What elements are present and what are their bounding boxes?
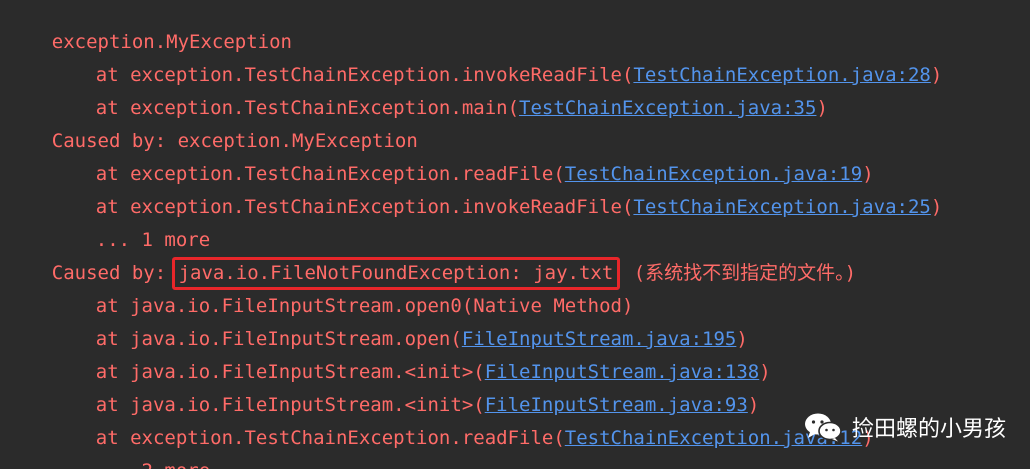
- stack-frame-line: at java.io.FileInputStream.open(FileInpu…: [50, 290, 748, 350]
- exception-header-line: exception.MyException: [6, 0, 292, 53]
- stack-frame-close: ): [930, 64, 943, 86]
- source-link[interactable]: TestChainException.java:25: [633, 196, 930, 218]
- wechat-icon: [804, 412, 842, 442]
- exception-message: (系统找不到指定的文件。): [622, 262, 857, 284]
- stack-frame-line: at exception.TestChainException.readFile…: [50, 125, 874, 185]
- source-link[interactable]: TestChainException.java:35: [519, 97, 816, 119]
- stack-frame-line: at exception.TestChainException.invokeRe…: [50, 26, 943, 86]
- stack-frame-line: at exception.TestChainException.main(Tes…: [50, 59, 828, 119]
- more-frames-line[interactable]: ... 1 more: [50, 191, 210, 251]
- caused-by-line: Caused by: exception.MyException: [6, 92, 418, 152]
- console-output: exception.MyException at exception.TestC…: [0, 0, 1030, 469]
- watermark-label: 捡田螺的小男孩: [851, 417, 1006, 442]
- stack-frame-line: at exception.TestChainException.readFile…: [50, 389, 874, 449]
- more-frames-text[interactable]: ... 2 more: [96, 460, 210, 469]
- stack-frame-line: at java.io.FileInputStream.<init>(FileIn…: [50, 356, 760, 416]
- stack-frame-line: at java.io.FileInputStream.<init>(FileIn…: [50, 323, 771, 383]
- stack-frame-close: ): [930, 196, 943, 218]
- watermark: 捡田螺的小男孩: [804, 411, 1006, 443]
- stack-frame-close: ): [816, 97, 828, 119]
- more-frames-line[interactable]: ... 2 more: [50, 422, 210, 469]
- stack-frame-close: ): [759, 361, 771, 383]
- stack-frame-line: at java.io.FileInputStream.open0(Native …: [50, 257, 634, 317]
- caused-by-line: Caused by: java.io.FileNotFoundException…: [6, 224, 856, 290]
- stack-frame-line: at exception.TestChainException.invokeRe…: [50, 158, 943, 218]
